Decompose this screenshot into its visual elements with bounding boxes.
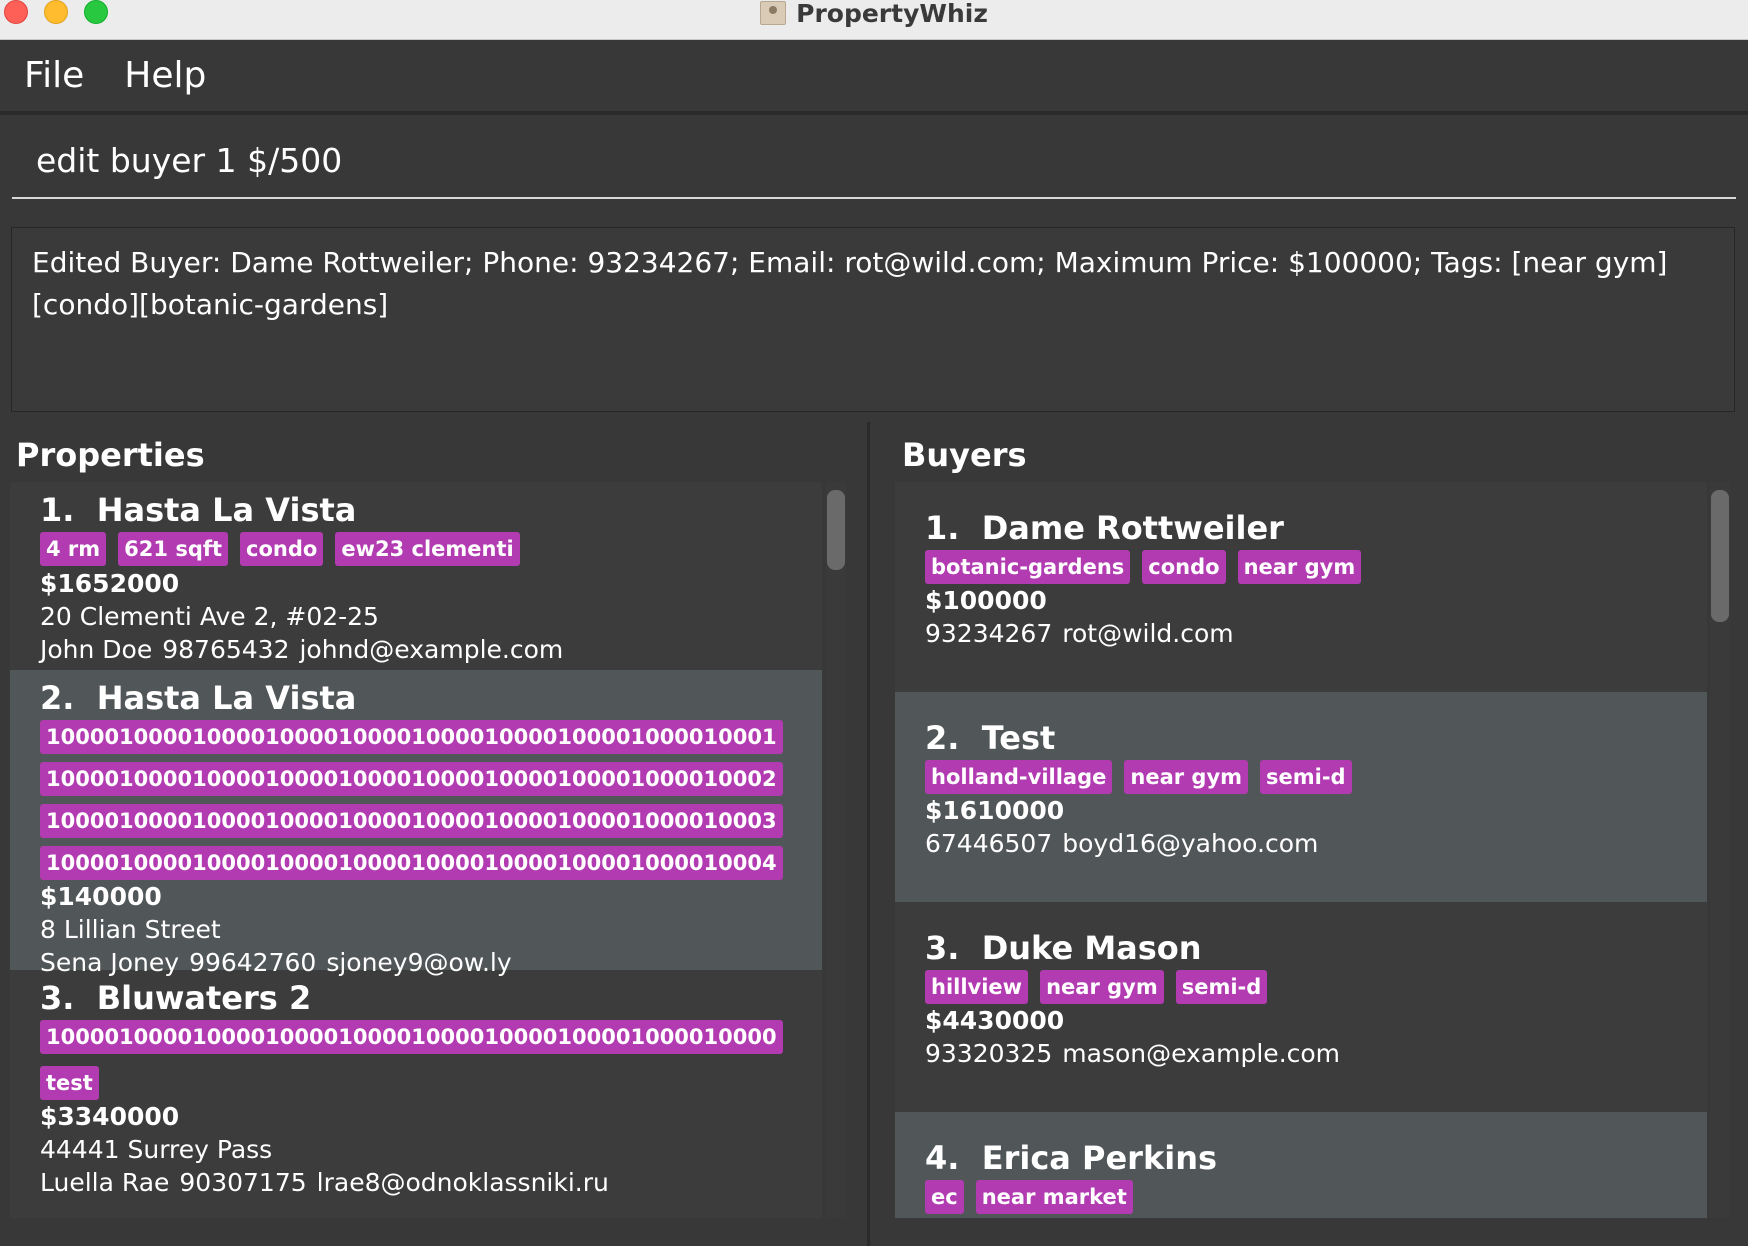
tag: 1000010000100001000010000100001000010000… [40, 720, 783, 754]
buyer-max-price: $100000 [925, 586, 1047, 615]
property-address: 44441 Surrey Pass [40, 1135, 273, 1164]
tag: near gym [1237, 550, 1362, 584]
buyer-max-price: $1610000 [925, 796, 1065, 825]
buyer-contact-line: 67446507 boyd16@yahoo.com [925, 829, 1319, 858]
buyer-card[interactable]: 2. Test holland-village near gym semi-d … [895, 692, 1707, 902]
property-name: 3. Bluwaters 2 [40, 979, 312, 1017]
title-bar: PropertyWhiz [0, 0, 1748, 40]
tag: ew23 clementi [335, 532, 520, 566]
buyer-name: 3. Duke Mason [925, 929, 1202, 967]
menu-bar: File Help [0, 40, 1748, 113]
result-text: Edited Buyer: Dame Rottweiler; Phone: 93… [11, 227, 1735, 412]
buyer-card[interactable]: 4. Erica Perkins ec near market [895, 1112, 1707, 1218]
tag: 4 rm [40, 532, 107, 566]
properties-panel: Properties 1. Hasta La Vista 4 rm 621 sq… [0, 422, 870, 1246]
command-input[interactable] [12, 123, 1736, 199]
tag: near market [975, 1180, 1133, 1214]
property-price: $1652000 [40, 569, 180, 598]
property-tags: 4 rm 621 sqft condo ew23 clementi [40, 532, 812, 566]
tag: holland-village [925, 760, 1113, 794]
tag: 1000010000100001000010000100001000010000… [40, 846, 783, 880]
tag: 1000010000100001000010000100001000010000… [40, 1020, 783, 1054]
buyer-card[interactable]: 3. Duke Mason hillview near gym semi-d $… [895, 902, 1707, 1112]
property-price: $3340000 [40, 1102, 180, 1131]
properties-list[interactable]: 1. Hasta La Vista 4 rm 621 sqft condo ew… [10, 482, 822, 1218]
buyer-tags: botanic-gardens condo near gym [925, 550, 1697, 584]
buyer-contact-line: 93320325 mason@example.com [925, 1039, 1341, 1068]
property-card[interactable]: 3. Bluwaters 2 1000010000100001000010000… [10, 970, 822, 1218]
buyer-name: 2. Test [925, 719, 1056, 757]
tag: condo [240, 532, 324, 566]
tag: semi-d [1260, 760, 1352, 794]
property-owner-line: Luella Rae 90307175 lrae8@odnoklassniki.ru [40, 1168, 609, 1197]
buyers-scroll-thumb[interactable] [1711, 490, 1729, 622]
property-price: $140000 [40, 882, 162, 911]
tag: ec [925, 1180, 964, 1214]
tag: 1000010000100001000010000100001000010000… [40, 804, 783, 838]
property-name: 1. Hasta La Vista [40, 491, 357, 529]
app-icon [760, 1, 787, 25]
tag: condo [1142, 550, 1226, 584]
lists-area: Properties 1. Hasta La Vista 4 rm 621 sq… [0, 422, 1748, 1246]
properties-title: Properties [16, 436, 205, 474]
property-name: 2. Hasta La Vista [40, 679, 357, 717]
buyer-contact-line: 93234267 rot@wild.com [925, 619, 1234, 648]
tag: 1000010000100001000010000100001000010000… [40, 762, 783, 796]
properties-scrollbar[interactable] [826, 482, 846, 1218]
menu-help[interactable]: Help [124, 55, 206, 96]
property-address: 8 Lillian Street [40, 915, 221, 944]
property-tags: 1000010000100001000010000100001000010000… [40, 1020, 812, 1100]
buyers-scrollbar[interactable] [1710, 482, 1730, 1218]
property-card[interactable]: 1. Hasta La Vista 4 rm 621 sqft condo ew… [10, 482, 822, 670]
buyer-name: 4. Erica Perkins [925, 1139, 1218, 1177]
property-address: 20 Clementi Ave 2, #02-25 [40, 602, 379, 631]
tag: near gym [1124, 760, 1249, 794]
buyers-panel: Buyers 1. Dame Rottweiler botanic-garden… [874, 422, 1748, 1246]
command-box [0, 115, 1748, 215]
menu-file[interactable]: File [24, 55, 84, 96]
properties-scroll-thumb[interactable] [827, 490, 845, 570]
buyers-title: Buyers [902, 436, 1027, 474]
buyer-tags: holland-village near gym semi-d [925, 760, 1697, 794]
result-display: Edited Buyer: Dame Rottweiler; Phone: 93… [0, 215, 1748, 422]
buyer-max-price: $4430000 [925, 1006, 1065, 1035]
tag: 621 sqft [118, 532, 229, 566]
property-owner-line: John Doe 98765432 johnd@example.com [40, 635, 564, 664]
buyer-card[interactable]: 1. Dame Rottweiler botanic-gardens condo… [895, 482, 1707, 692]
property-card[interactable]: 2. Hasta La Vista 1000010000100001000010… [10, 670, 822, 977]
buyer-tags: ec near market [925, 1180, 1697, 1214]
tag: hillview [925, 970, 1029, 1004]
property-tags: 1000010000100001000010000100001000010000… [40, 720, 812, 880]
buyers-list[interactable]: 1. Dame Rottweiler botanic-gardens condo… [895, 482, 1707, 1218]
buyer-name: 1. Dame Rottweiler [925, 509, 1284, 547]
buyer-tags: hillview near gym semi-d [925, 970, 1697, 1004]
tag: semi-d [1175, 970, 1268, 1004]
tag: near gym [1040, 970, 1164, 1004]
tag: test [40, 1066, 99, 1100]
window-title: PropertyWhiz [796, 0, 988, 28]
tag: botanic-gardens [925, 550, 1131, 584]
